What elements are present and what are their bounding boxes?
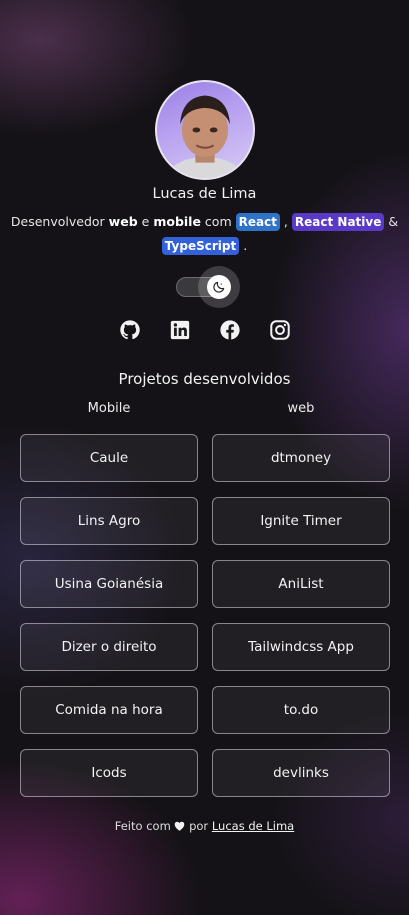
- facebook-icon: [220, 320, 240, 340]
- github-icon: [120, 320, 140, 340]
- project-button-icods[interactable]: Icods: [20, 749, 198, 797]
- tag-typescript: TypeScript: [161, 237, 240, 255]
- linkedin-icon: [170, 320, 190, 340]
- theme-toggle-button[interactable]: [198, 266, 240, 308]
- bio-period: .: [243, 238, 248, 253]
- project-button-lins-agro[interactable]: Lins Agro: [20, 497, 198, 545]
- project-button-caule[interactable]: Caule: [20, 434, 198, 482]
- project-button-ignite-timer[interactable]: Ignite Timer: [212, 497, 390, 545]
- bio-com: com: [204, 214, 232, 229]
- footer-by: por: [189, 819, 209, 833]
- bio-comma: ,: [283, 214, 288, 229]
- tag-react-native: React Native: [291, 213, 385, 231]
- instagram-icon: [270, 320, 290, 340]
- moon-icon: [213, 281, 225, 293]
- linkedin-link[interactable]: [169, 319, 191, 341]
- author-link[interactable]: Lucas de Lima: [212, 819, 294, 833]
- project-button-todo[interactable]: to.do: [212, 686, 390, 734]
- project-button-tailwindcss-app[interactable]: Tailwindcss App: [212, 623, 390, 671]
- footer: Feito com por Lucas de Lima: [0, 819, 409, 833]
- heart-icon: [175, 821, 185, 831]
- project-button-usina-goianesia[interactable]: Usina Goianésia: [20, 560, 198, 608]
- github-link[interactable]: [119, 319, 141, 341]
- project-button-comida-na-hora[interactable]: Comida na hora: [20, 686, 198, 734]
- profile-page: Lucas de Lima Desenvolvedor web e mobile…: [0, 0, 409, 915]
- mobile-projects-list: Caule Lins Agro Usina Goianésia Dizer o …: [20, 434, 198, 812]
- project-button-dizer-o-direito[interactable]: Dizer o direito: [20, 623, 198, 671]
- bio-amp: &: [388, 214, 399, 229]
- facebook-link[interactable]: [219, 319, 241, 341]
- avatar-photo: [165, 95, 245, 178]
- web-heading: web: [287, 401, 315, 416]
- bio-e: e: [141, 214, 150, 229]
- social-links: [119, 319, 291, 341]
- instagram-link[interactable]: [269, 319, 291, 341]
- profile-name: Lucas de Lima: [152, 186, 257, 202]
- bio-mobile: mobile: [153, 214, 201, 229]
- projects-title: Projetos desenvolvidos: [118, 370, 291, 388]
- tag-react: React: [235, 213, 280, 231]
- web-projects-list: dtmoney Ignite Timer AniList Tailwindcss…: [212, 434, 390, 812]
- bio-web: web: [108, 214, 138, 229]
- bio-prefix: Desenvolvedor: [10, 214, 105, 229]
- project-button-dtmoney[interactable]: dtmoney: [212, 434, 390, 482]
- footer-text: Feito com: [114, 819, 171, 833]
- avatar: [155, 80, 255, 180]
- mobile-heading: Mobile: [87, 401, 131, 416]
- project-button-anilist[interactable]: AniList: [212, 560, 390, 608]
- profile-bio: Desenvolvedor web e mobile com React , R…: [10, 210, 399, 258]
- project-button-devlinks[interactable]: devlinks: [212, 749, 390, 797]
- theme-toggle-knob: [207, 275, 231, 299]
